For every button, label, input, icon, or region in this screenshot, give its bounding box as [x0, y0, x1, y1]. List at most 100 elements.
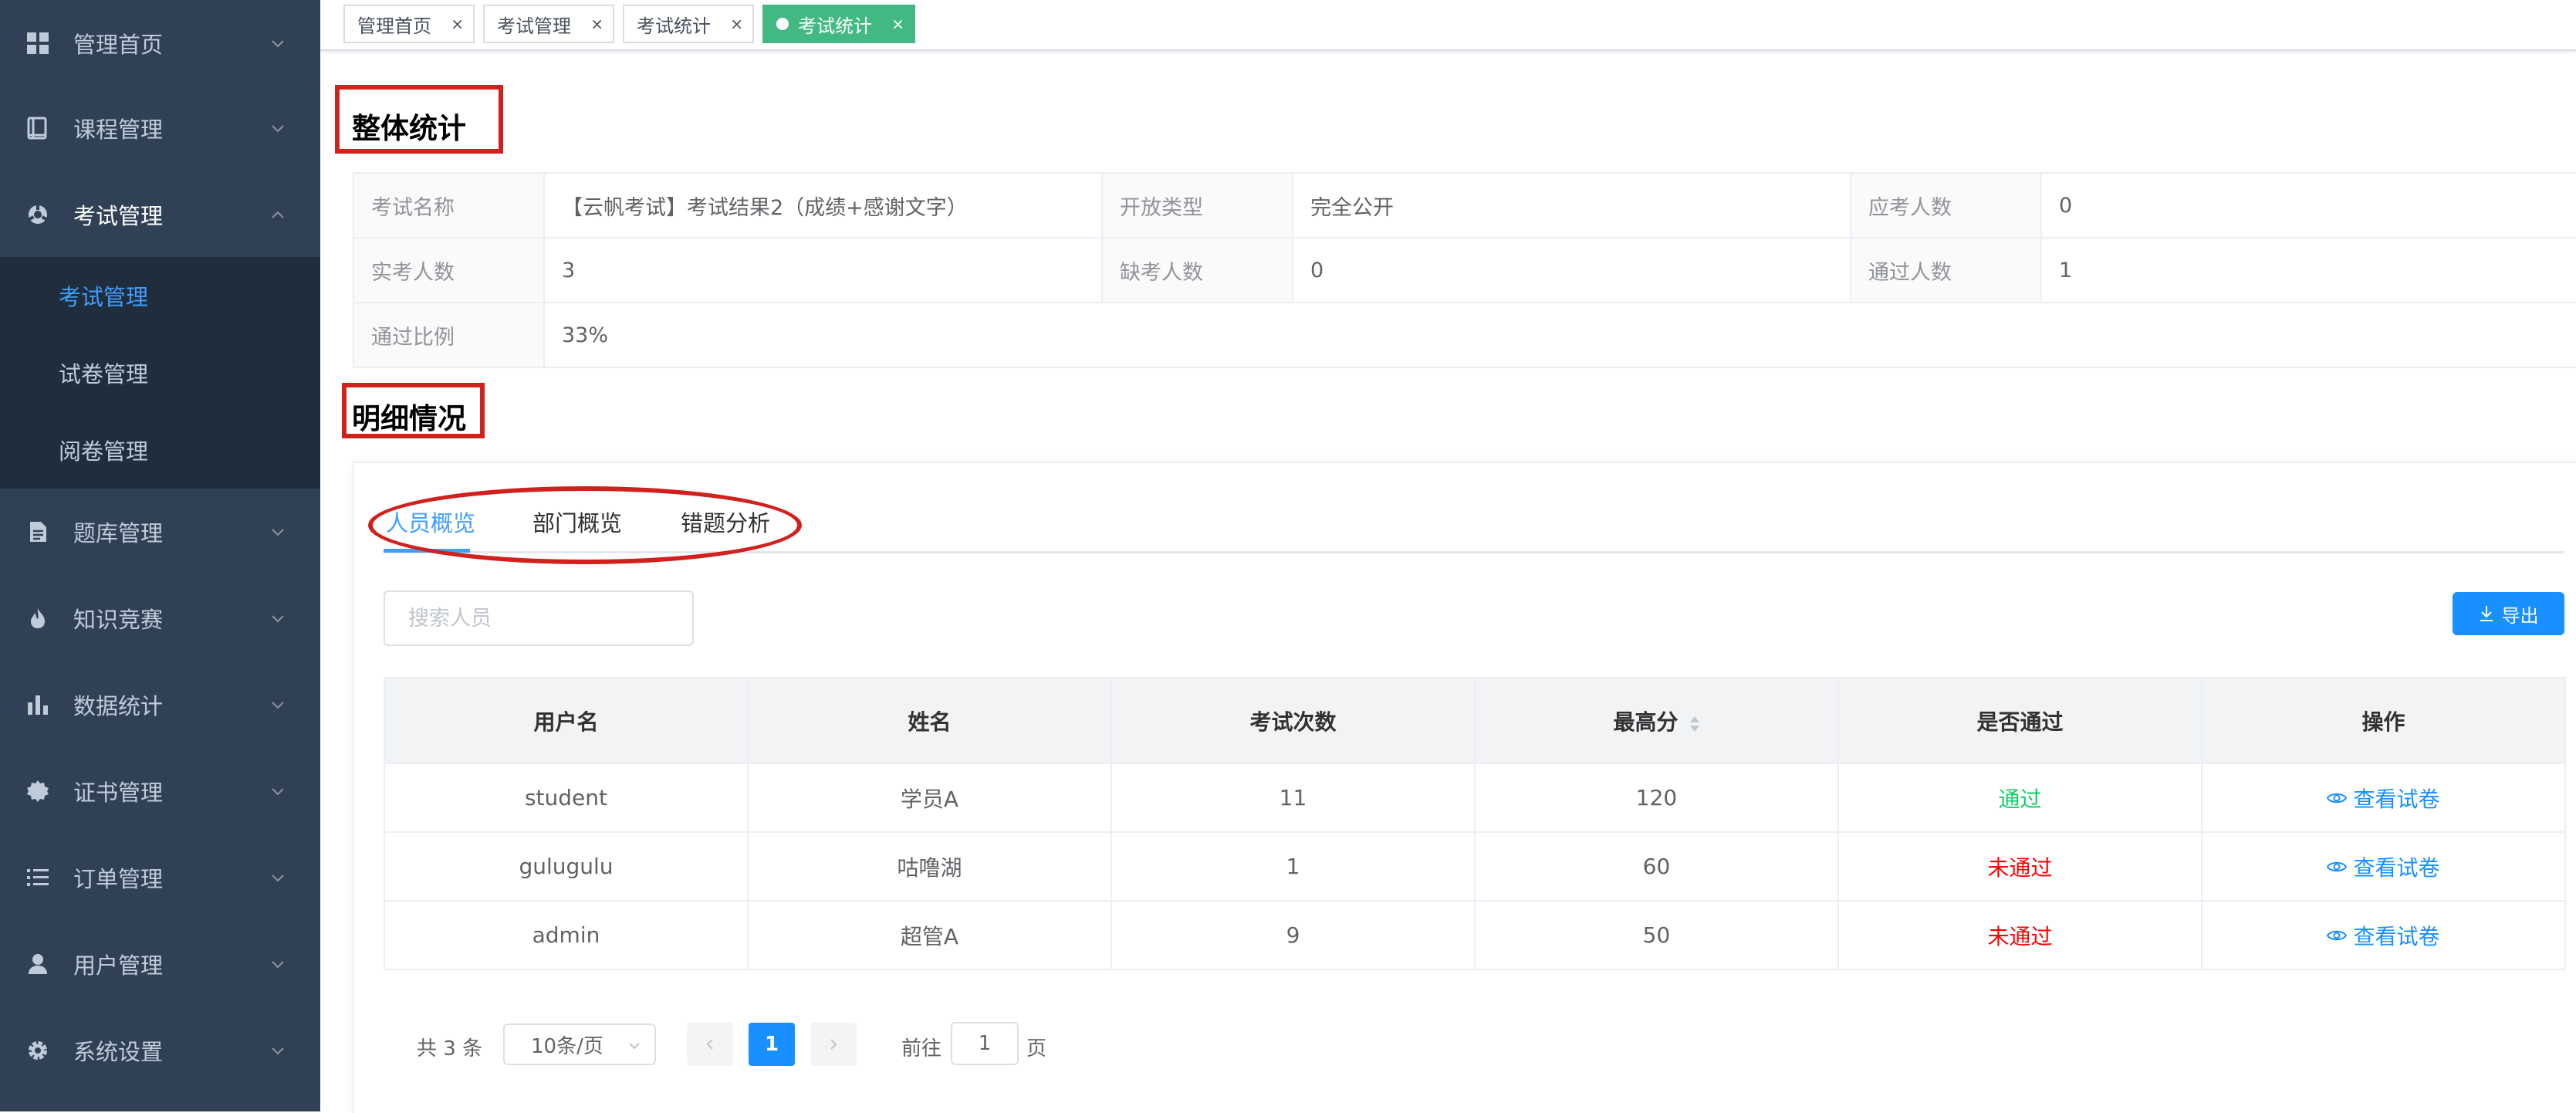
close-icon[interactable]: ×	[730, 15, 743, 33]
column-header-top-score[interactable]: 最高分	[1476, 678, 1839, 764]
tag-label: 考试管理	[497, 15, 571, 37]
dashboard-grid-icon	[25, 30, 51, 56]
cell-attempts: 11	[1112, 764, 1476, 833]
chevron-down-icon	[272, 1047, 284, 1055]
field-label: 开放类型	[1103, 174, 1293, 238]
table-row: gulugulu 咕噜湖 1 60 未通过 查看试卷	[385, 833, 2566, 902]
submenu-item-grading[interactable]: 阅卷管理	[0, 411, 320, 489]
view-paper-label: 查看试卷	[2353, 786, 2440, 812]
page-size-select[interactable]: 10条/页	[503, 1023, 656, 1065]
chevron-right-icon	[830, 1039, 837, 1050]
detail-title: 明细情况	[352, 402, 466, 435]
column-header-label: 最高分	[1613, 709, 1678, 735]
chevron-down-icon	[629, 1043, 640, 1050]
tag-dashboard[interactable]: 管理首页 ×	[343, 5, 475, 43]
table-row: student 学员A 11 120 通过 查看试卷	[385, 764, 2566, 833]
cell-top-score: 60	[1476, 833, 1839, 902]
tags-view-bar: 管理首页 × 考试管理 × 考试统计 × 考试统计 ×	[320, 0, 2576, 51]
sidebar-item-label: 用户管理	[73, 952, 164, 979]
pagination-total: 共 3 条	[417, 1037, 483, 1061]
cell-passed-status: 通过	[1839, 764, 2202, 833]
sort-caret-icon[interactable]	[1689, 712, 1700, 732]
sidebar-item-settings[interactable]: 系统设置	[0, 1007, 320, 1094]
user-icon	[25, 951, 51, 977]
field-value-passed-count: 1	[2042, 238, 2576, 303]
tag-label: 考试统计	[637, 15, 711, 37]
list-icon	[25, 864, 51, 891]
active-dot-icon	[776, 18, 789, 30]
column-header-actions: 操作	[2202, 678, 2566, 764]
field-value-exam-name: 【云帆考试】考试结果2（成绩+感谢文字）	[545, 174, 1103, 238]
sidebar-item-dashboard[interactable]: 管理首页	[0, 0, 320, 86]
search-people-input[interactable]	[384, 590, 694, 646]
sidebar-item-label: 课程管理	[73, 117, 164, 143]
table-row: admin 超管A 9 50 未通过 查看试卷	[385, 902, 2566, 970]
sidebar-item-question-bank[interactable]: 题库管理	[0, 489, 320, 575]
sidebar: 管理首页 课程管理 考试管理 考试管理 试卷管理 阅卷管理 题库管理 知识竞赛 …	[0, 0, 320, 1111]
column-header-username: 用户名	[385, 678, 749, 764]
field-value-open-type: 完全公开	[1293, 174, 1851, 238]
export-button[interactable]: 导出	[2453, 592, 2564, 635]
sidebar-item-statistics[interactable]: 数据统计	[0, 661, 320, 748]
cell-top-score: 50	[1476, 902, 1839, 970]
sidebar-item-label: 订单管理	[73, 866, 164, 892]
gear-icon	[25, 1037, 51, 1064]
field-label: 考试名称	[354, 174, 545, 238]
goto-page-input[interactable]	[951, 1022, 1019, 1065]
tag-label: 管理首页	[357, 15, 431, 37]
tag-exam-manage[interactable]: 考试管理 ×	[483, 5, 614, 43]
cell-name: 咕噜湖	[749, 833, 1112, 902]
sidebar-item-label: 数据统计	[73, 693, 164, 719]
chevron-down-icon	[272, 874, 284, 882]
table-header-row: 用户名 姓名 考试次数 最高分 是否通过 操作	[385, 678, 2566, 764]
sidebar-item-label: 证书管理	[73, 780, 164, 806]
page-suffix-label: 页	[1026, 1037, 1047, 1061]
exam-icon	[25, 201, 51, 228]
sidebar-item-courses[interactable]: 课程管理	[0, 85, 320, 171]
chevron-up-icon	[272, 211, 284, 218]
page-number-current[interactable]: 1	[749, 1023, 795, 1066]
field-value-actual-count: 3	[545, 238, 1103, 303]
sidebar-item-certificates[interactable]: 证书管理	[0, 748, 320, 834]
sidebar-item-label: 系统设置	[73, 1039, 164, 1065]
column-header-attempts: 考试次数	[1112, 678, 1476, 764]
annotation-ellipse-tabs	[368, 486, 802, 564]
close-icon[interactable]: ×	[590, 15, 603, 33]
close-icon[interactable]: ×	[451, 15, 464, 33]
tag-label: 考试统计	[798, 15, 872, 37]
submenu-exams: 考试管理 试卷管理 阅卷管理	[0, 257, 320, 489]
cell-passed-status: 未通过	[1839, 833, 2202, 902]
prev-page-button[interactable]	[687, 1023, 733, 1066]
cell-username: student	[385, 764, 749, 833]
cell-attempts: 9	[1112, 902, 1476, 970]
chevron-down-icon	[272, 788, 284, 796]
chevron-down-icon	[272, 702, 284, 709]
sidebar-item-orders[interactable]: 订单管理	[0, 834, 320, 921]
cell-passed-status: 未通过	[1839, 902, 2202, 970]
tag-exam-stats[interactable]: 考试统计 ×	[623, 5, 754, 43]
submenu-item-exam-manage[interactable]: 考试管理	[0, 257, 320, 334]
cell-actions: 查看试卷	[2202, 902, 2566, 970]
field-value-absent-count: 0	[1293, 238, 1851, 303]
overview-descriptions: 考试名称 【云帆考试】考试结果2（成绩+感谢文字） 开放类型 完全公开 应考人数…	[353, 172, 2576, 368]
field-label: 实考人数	[354, 238, 545, 303]
close-icon[interactable]: ×	[891, 15, 904, 33]
cell-name: 学员A	[749, 764, 1112, 833]
eye-icon	[2327, 861, 2348, 871]
book-icon	[25, 115, 51, 141]
cell-name: 超管A	[749, 902, 1112, 970]
sidebar-item-exams[interactable]: 考试管理	[0, 171, 320, 258]
submenu-item-paper-manage[interactable]: 试卷管理	[0, 334, 320, 411]
view-paper-link[interactable]: 查看试卷	[2327, 783, 2440, 814]
sidebar-item-label: 知识竞赛	[73, 607, 164, 633]
view-paper-link[interactable]: 查看试卷	[2327, 920, 2440, 951]
results-table: 用户名 姓名 考试次数 最高分 是否通过 操作 student 学员A 11 1…	[384, 677, 2566, 970]
field-label: 通过人数	[1851, 238, 2042, 303]
sidebar-item-contest[interactable]: 知识竞赛	[0, 575, 320, 661]
view-paper-link[interactable]: 查看试卷	[2327, 851, 2440, 882]
tag-exam-stats-active[interactable]: 考试统计 ×	[762, 5, 915, 43]
chevron-down-icon	[272, 529, 284, 536]
next-page-button[interactable]	[810, 1023, 857, 1066]
chevron-down-icon	[272, 615, 284, 623]
sidebar-item-users[interactable]: 用户管理	[0, 921, 320, 1007]
